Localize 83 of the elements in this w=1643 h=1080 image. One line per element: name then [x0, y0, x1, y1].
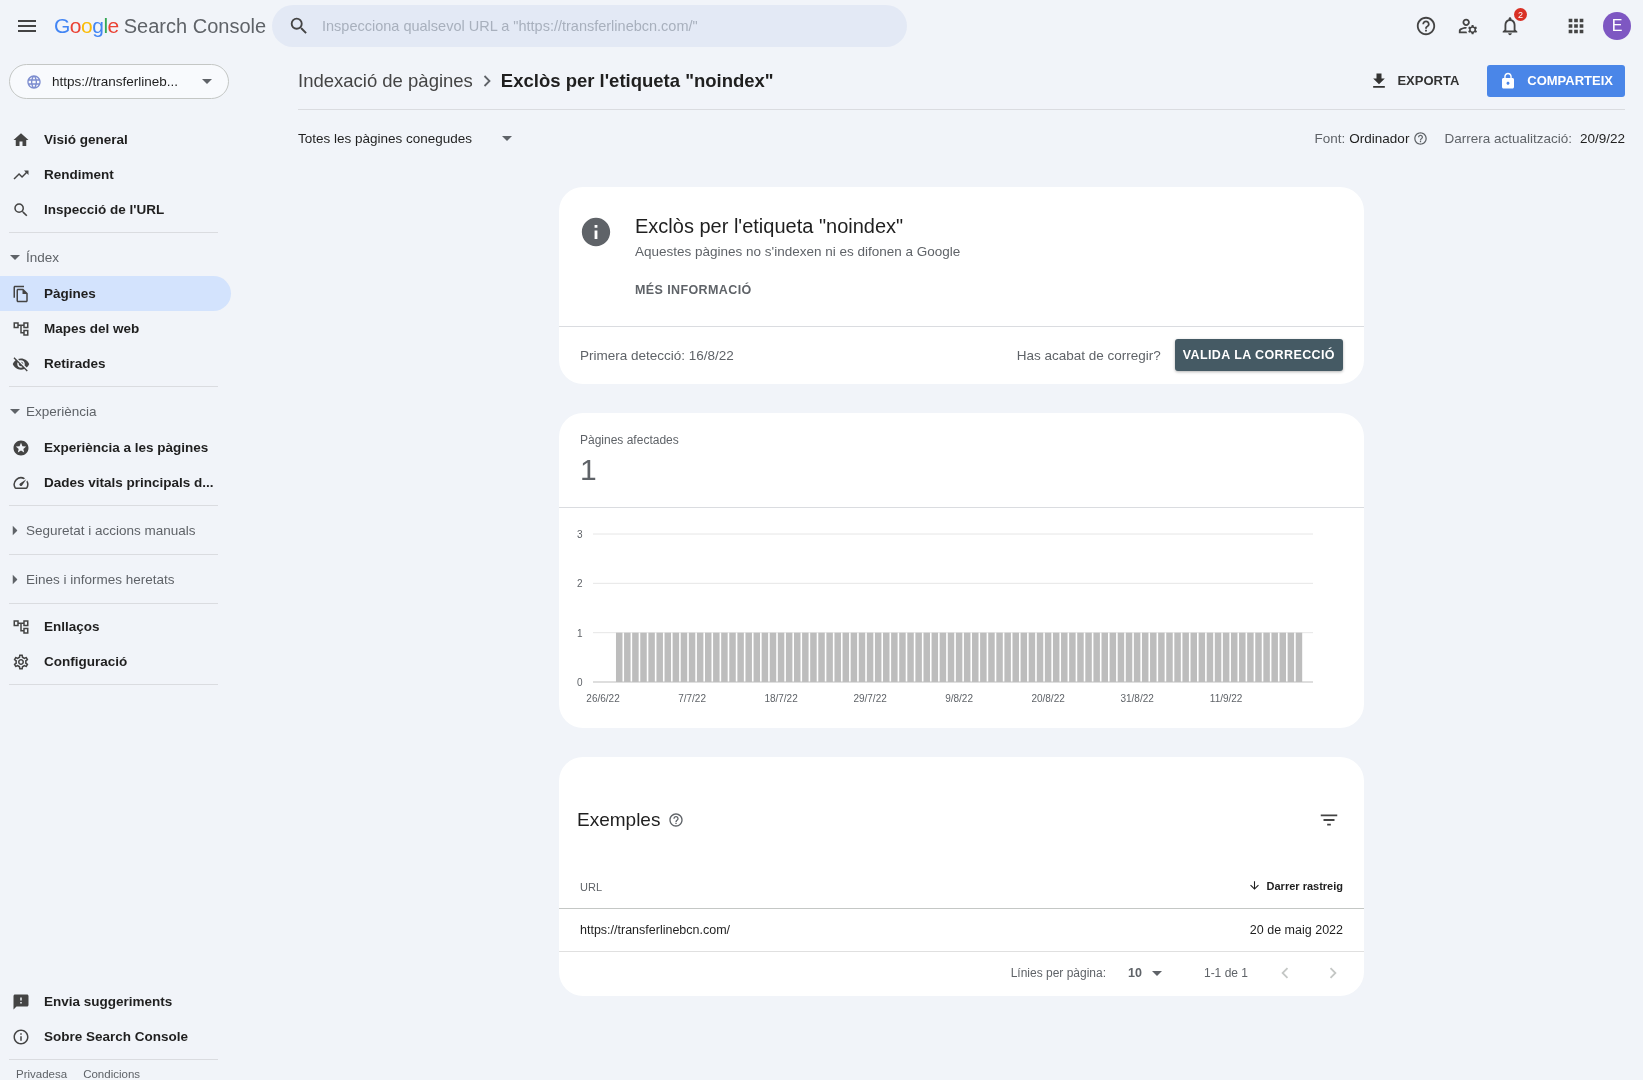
footer-link[interactable]: Privadesa — [16, 1068, 68, 1080]
y-tick-label: 1 — [577, 627, 583, 639]
nav-item-icon — [12, 438, 30, 457]
issue-title: Exclòs per l'etiqueta "noindex" — [635, 215, 905, 238]
nav-item[interactable]: Inspecció de l'URL — [0, 192, 218, 227]
nav-section-header[interactable]: Eines i informes heretats — [0, 560, 175, 598]
first-detected-text: Primera detecció: 16/8/22 — [580, 347, 734, 363]
learn-more-link[interactable]: MÉS INFORMACIÓ — [635, 283, 752, 297]
url-inspection-search-field[interactable]: Inspecciona qualsevol URL a "https://transferlinebcn.com/" — [272, 5, 907, 47]
y-tick-label: 3 — [577, 529, 583, 540]
nav-item-icon — [12, 1027, 30, 1046]
dropdown-caret-icon — [1151, 970, 1162, 976]
nav-item-icon — [12, 992, 30, 1011]
nav-item-icon — [12, 200, 30, 219]
x-tick-label: 26/6/22 — [586, 693, 620, 704]
x-tick-label: 7/7/22 — [678, 693, 706, 704]
last-updated-value: 20/9/22 — [1579, 130, 1625, 146]
nav-item-icon — [12, 652, 30, 671]
nav-item[interactable]: Envia suggeriments — [0, 984, 218, 1019]
rows-per-page-label: Línies per pàgina: — [1010, 966, 1107, 980]
nav-item[interactable]: Sobre Search Console — [0, 1019, 218, 1054]
search-console-logo[interactable]: Google Search Console — [54, 14, 272, 38]
column-header[interactable]: Darrer rastreig — [1028, 865, 1364, 909]
y-tick-label: 2 — [577, 578, 583, 590]
rows-per-page-dropdown[interactable]: 10 — [1122, 965, 1168, 981]
nav-item-icon — [12, 354, 30, 373]
source-label: Font: — [1314, 130, 1346, 146]
x-tick-label: 9/8/22 — [945, 693, 973, 704]
page-range-text: 1-1 de 1 — [1203, 966, 1248, 980]
nav-item[interactable]: Pàgines — [0, 276, 231, 311]
notification-count: 2 — [1514, 8, 1527, 21]
column-header[interactable]: URL — [559, 865, 1029, 909]
breadcrumb-item[interactable]: Indexació de pàgines — [298, 69, 473, 92]
nav-item[interactable]: Mapes del web — [0, 311, 218, 346]
examples-title: Exemples — [577, 809, 661, 831]
account-avatar[interactable]: E — [1603, 12, 1631, 40]
nav-item-icon — [12, 319, 30, 338]
issue-description: Aquestes pàgines no s'indexen ni es difonen a Google — [635, 244, 961, 259]
help-icon[interactable] — [668, 812, 685, 828]
dropdown-caret-icon — [202, 79, 212, 84]
dropdown-caret-icon — [502, 135, 513, 141]
nav-item-icon — [12, 617, 30, 636]
info-icon — [579, 215, 613, 249]
nav-item-icon — [12, 284, 30, 303]
collapsed-caret-icon — [12, 574, 18, 584]
nav-item[interactable]: Configuració — [0, 644, 218, 679]
nav-item[interactable]: Visió general — [0, 122, 218, 157]
export-button[interactable]: EXPORTA — [1363, 69, 1466, 92]
nav-section-header[interactable]: Índex — [0, 238, 60, 276]
last-updated-label: Darrera actualització: — [1444, 130, 1572, 146]
help-icon[interactable] — [1413, 130, 1429, 146]
expanded-caret-icon — [10, 408, 20, 414]
breadcrumb-chevron-icon — [482, 74, 491, 87]
y-tick-label: 0 — [577, 677, 583, 688]
pages-filter-dropdown[interactable]: Totes les pàgines conegudes — [298, 130, 513, 146]
globe-icon — [26, 73, 42, 90]
x-tick-label: 18/7/22 — [764, 693, 798, 704]
nav-item[interactable]: Enllaços — [0, 609, 218, 644]
collapsed-caret-icon — [12, 525, 18, 535]
table-cell: 20 de maig 2022 — [1028, 908, 1364, 952]
x-tick-label: 11/9/22 — [1209, 693, 1243, 704]
nav-section-header[interactable]: Experiència — [0, 392, 97, 430]
expanded-caret-icon — [10, 254, 20, 260]
share-button[interactable]: COMPARTEIX — [1487, 64, 1625, 97]
validate-fix-button[interactable]: VALIDA LA CORRECCIÓ — [1174, 339, 1343, 371]
source-value: Ordinador — [1349, 130, 1410, 146]
footer-link[interactable]: Condicions — [83, 1068, 141, 1080]
nav-item[interactable]: Retirades — [0, 346, 218, 381]
affected-pages-label: Pàgines afectades — [580, 433, 680, 447]
x-tick-label: 20/8/22 — [1031, 693, 1065, 704]
nav-item[interactable]: Experiència a les pàgines — [0, 430, 218, 465]
x-tick-label: 29/7/22 — [853, 693, 887, 704]
nav-item[interactable]: Dades vitals principals d... — [0, 465, 218, 500]
x-tick-label: 31/8/22 — [1120, 693, 1154, 704]
breadcrumb-item: Exclòs per l'etiqueta "noindex" — [500, 69, 774, 92]
property-selector[interactable]: https://transferlineb... — [9, 64, 229, 99]
fix-question-text: Has acabat de corregir? — [1016, 347, 1161, 363]
search-icon — [288, 15, 310, 37]
nav-item[interactable]: Rendiment — [0, 157, 218, 192]
table-cell[interactable]: https://transferlinebcn.com/ — [559, 908, 1029, 952]
nav-section-header[interactable]: Seguretat i accions manuals — [0, 511, 196, 549]
affected-pages-count: 1 — [580, 453, 598, 487]
sort-arrow-icon — [1247, 879, 1261, 892]
